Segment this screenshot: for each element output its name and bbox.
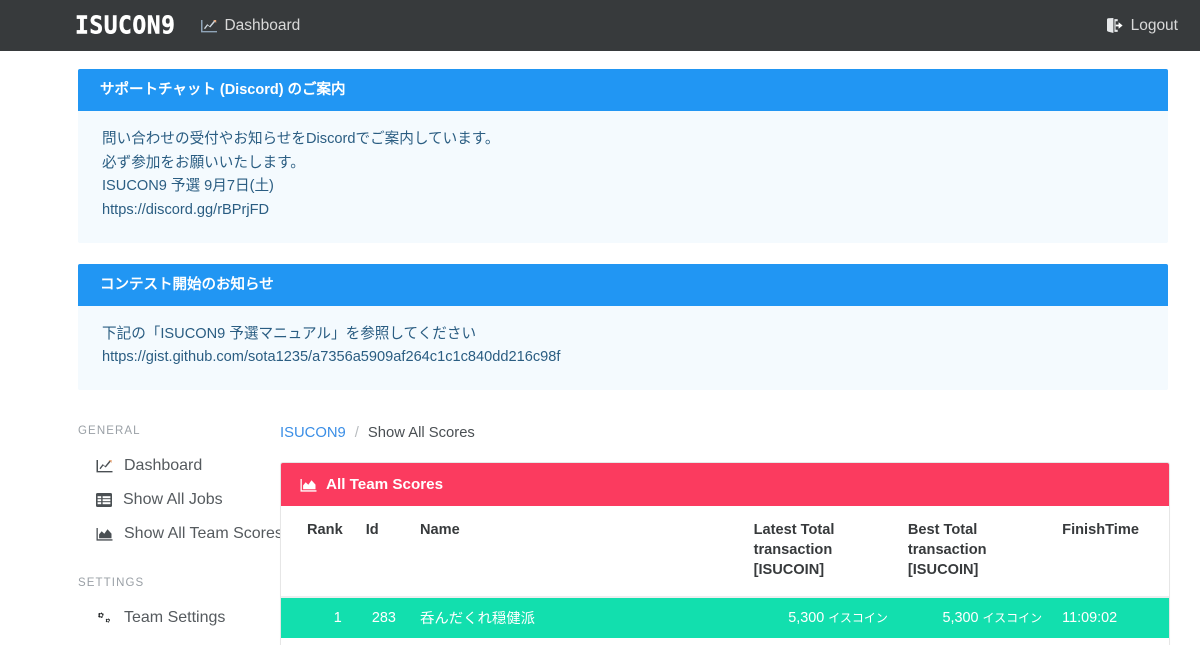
sign-out-icon bbox=[1106, 18, 1124, 33]
breadcrumb-separator: / bbox=[354, 425, 359, 442]
area-chart-icon bbox=[96, 527, 113, 541]
cell-latest-total: 3,900 イスコイン bbox=[743, 637, 898, 645]
th-latest-line3: [ISUCOIN] bbox=[753, 562, 825, 579]
sidebar-item-label: Dashboard bbox=[124, 457, 203, 475]
cell-name: tamagoya bbox=[409, 637, 744, 645]
lower-layout: GENERAL Dashboard Show All Jobs Show All… bbox=[0, 411, 1200, 645]
card-title: All Team Scores bbox=[326, 476, 444, 494]
cell-best-value: 5,300 bbox=[942, 610, 979, 627]
logout-label: Logout bbox=[1130, 16, 1178, 34]
table-row[interactable]: 2 600 tamagoya 3,900 イスコイン 3,900 イスコイン bbox=[281, 637, 1169, 645]
brand-logo[interactable]: ISUCON9 bbox=[75, 11, 175, 40]
cell-name: 呑んだくれ穏健派 bbox=[409, 597, 744, 639]
panel-contest-start-line-1: 下記の「ISUCON9 予選マニュアル」を参照してください bbox=[102, 325, 477, 342]
top-navbar: ISUCON9 Dashboard Logout bbox=[0, 0, 1200, 51]
panel-discord-line-1: 問い合わせの受付やお知らせをDiscordでご案内しています。 bbox=[102, 131, 500, 148]
cell-latest-unit: イスコイン bbox=[828, 611, 888, 626]
cell-latest-total: 5,300 イスコイン bbox=[743, 597, 898, 639]
cell-id: 283 bbox=[355, 597, 410, 639]
announcement-panels: サポートチャット (Discord) のご案内 問い合わせの受付やお知らせをDi… bbox=[0, 51, 1200, 391]
panel-contest-start: コンテスト開始のお知らせ 下記の「ISUCON9 予選マニュアル」を参照してくだ… bbox=[78, 263, 1168, 391]
th-rank[interactable]: Rank bbox=[281, 506, 356, 599]
panel-discord-title: サポートチャット (Discord) のご案内 bbox=[78, 69, 1168, 112]
line-chart-icon bbox=[201, 19, 218, 33]
nav-dashboard-link[interactable]: Dashboard bbox=[201, 17, 300, 35]
th-latest-line1: Latest Total bbox=[753, 522, 835, 539]
panel-contest-start-url[interactable]: https://gist.github.com/sota1235/a7356a5… bbox=[102, 346, 1144, 370]
panel-discord: サポートチャット (Discord) のご案内 問い合わせの受付やお知らせをDi… bbox=[78, 69, 1168, 243]
scores-table-body: 1 283 呑んだくれ穏健派 5,300 イスコイン 5,300 イスコイン 1… bbox=[281, 597, 1169, 645]
panel-discord-url[interactable]: https://discord.gg/rBPrjFD bbox=[102, 199, 1144, 223]
sidebar-item-show-all-team-scores[interactable]: Show All Team Scores bbox=[78, 517, 283, 551]
breadcrumb-root[interactable]: ISUCON9 bbox=[280, 425, 346, 441]
th-best-line3: [ISUCOIN] bbox=[907, 562, 979, 579]
panel-discord-body: 問い合わせの受付やお知らせをDiscordでご案内しています。 必ず参加をお願い… bbox=[78, 111, 1168, 243]
cogs-icon bbox=[96, 611, 113, 625]
area-chart-icon bbox=[300, 478, 317, 492]
nav-dashboard-label: Dashboard bbox=[224, 16, 301, 34]
navbar-right: Logout bbox=[1106, 16, 1178, 35]
th-best-line2: transaction bbox=[907, 542, 987, 559]
table-row[interactable]: 1 283 呑んだくれ穏健派 5,300 イスコイン 5,300 イスコイン 1… bbox=[281, 597, 1169, 639]
sidebar-item-label: Show All Jobs bbox=[123, 491, 223, 509]
sidebar: GENERAL Dashboard Show All Jobs Show All… bbox=[0, 417, 283, 645]
sidebar-item-label: Team Settings bbox=[124, 609, 226, 627]
scores-table: Rank Id Name Latest Total transaction [I… bbox=[281, 506, 1169, 645]
th-name[interactable]: Name bbox=[409, 506, 744, 599]
page-content: サポートチャット (Discord) のご案内 問い合わせの受付やお知らせをDi… bbox=[0, 51, 1200, 645]
line-chart-icon bbox=[96, 459, 113, 473]
sidebar-item-label: Show All Team Scores bbox=[124, 525, 283, 543]
breadcrumb-current: Show All Scores bbox=[367, 425, 475, 442]
th-best-line1: Best Total bbox=[907, 522, 978, 539]
sidebar-heading-general: GENERAL bbox=[78, 425, 141, 438]
panel-contest-start-body: 下記の「ISUCON9 予選マニュアル」を参照してください https://gi… bbox=[78, 305, 1168, 391]
cell-best-total: 5,300 イスコイン bbox=[897, 597, 1053, 639]
cell-best-total: 3,900 イスコイン bbox=[897, 637, 1053, 645]
main-content: ISUCON9 / Show All Scores All Team Score… bbox=[280, 417, 1200, 645]
breadcrumb: ISUCON9 / Show All Scores bbox=[280, 425, 1170, 441]
scores-table-head: Rank Id Name Latest Total transaction [I… bbox=[281, 506, 1169, 599]
cell-finish-time: 11:09:02 bbox=[1052, 597, 1169, 639]
sidebar-heading-settings: SETTINGS bbox=[78, 577, 145, 590]
panel-discord-line-2: 必ず参加をお願いいたします。 bbox=[102, 154, 305, 171]
th-finish-time[interactable]: FinishTime bbox=[1052, 506, 1169, 599]
sidebar-item-show-all-jobs[interactable]: Show All Jobs bbox=[78, 483, 280, 517]
sidebar-item-team-settings[interactable]: Team Settings bbox=[78, 601, 280, 635]
logout-link[interactable]: Logout bbox=[1106, 16, 1178, 35]
navbar-links: Dashboard bbox=[201, 17, 300, 35]
cell-id: 600 bbox=[355, 637, 410, 645]
card-header: All Team Scores bbox=[281, 463, 1169, 507]
cell-latest-value: 5,300 bbox=[788, 610, 825, 627]
cell-best-unit: イスコイン bbox=[982, 611, 1043, 626]
panel-discord-line-3: ISUCON9 予選 9月7日(土) bbox=[102, 178, 274, 195]
sidebar-item-dashboard[interactable]: Dashboard bbox=[78, 449, 280, 483]
all-team-scores-card: All Team Scores Rank Id Name Latest Tota… bbox=[280, 462, 1170, 645]
cell-rank: 1 bbox=[281, 597, 356, 639]
th-id[interactable]: Id bbox=[355, 506, 410, 599]
th-latest-line2: transaction bbox=[753, 542, 833, 559]
panel-contest-start-title: コンテスト開始のお知らせ bbox=[78, 263, 1168, 306]
cell-rank: 2 bbox=[281, 637, 356, 645]
table-header-row: Rank Id Name Latest Total transaction [I… bbox=[281, 506, 1169, 599]
th-best-total-transaction[interactable]: Best Total transaction [ISUCOIN] bbox=[897, 506, 1053, 599]
table-icon bbox=[96, 493, 112, 508]
th-latest-total-transaction[interactable]: Latest Total transaction [ISUCOIN] bbox=[743, 506, 898, 599]
sidebar-item-servers[interactable]: Servers bbox=[78, 635, 280, 645]
cell-finish-time: 11:07:50 bbox=[1052, 637, 1169, 645]
